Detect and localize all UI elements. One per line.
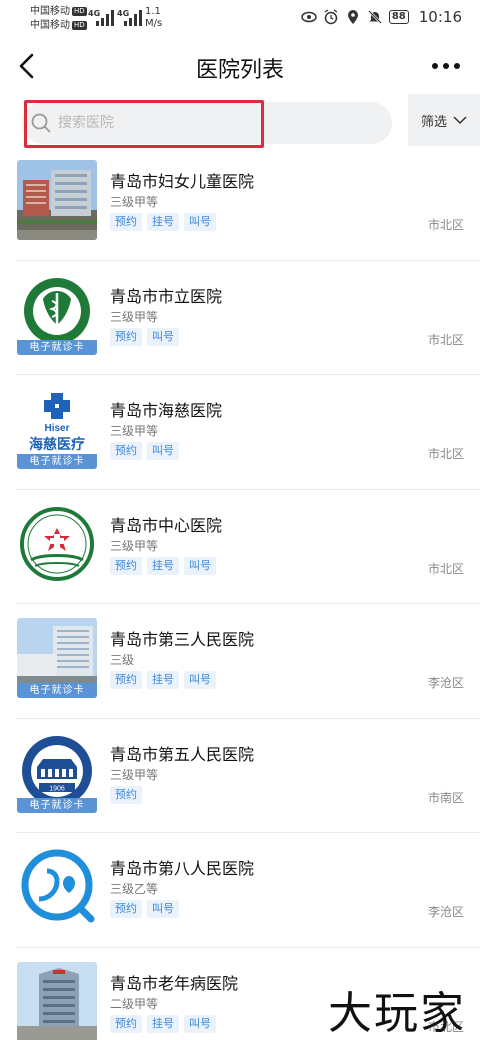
service-tag: 叫号 — [184, 213, 216, 231]
service-tag: 叫号 — [147, 900, 179, 918]
service-tag: 叫号 — [147, 442, 179, 460]
hospital-district: 市北区 — [427, 332, 464, 347]
more-options-icon[interactable] — [430, 54, 462, 78]
hospital-name: 青岛市中心医院 — [110, 515, 223, 535]
service-tag: 预约 — [110, 213, 142, 231]
location-icon — [347, 10, 358, 24]
service-tag: 预约 — [110, 900, 142, 918]
hospital-district: 市北区 — [427, 447, 464, 461]
hospital-level: 三级甲等 — [110, 767, 159, 782]
hospital-name: 青岛市海慈医院 — [110, 401, 223, 420]
service-tag: 叫号 — [184, 556, 216, 575]
hospital-level: 三级甲等 — [110, 309, 159, 324]
signal-icon — [124, 10, 142, 26]
search-row: 筛选 — [0, 94, 480, 152]
carrier-label: 中国移动 — [30, 20, 70, 31]
hospital-list: 青岛市妇女儿童医院 三级甲等 预约 挂号 叫号 市北区 电子就诊卡 青岛市市立医… — [0, 146, 480, 1040]
service-tag: 挂号 — [147, 556, 179, 575]
nav-bar: 医院列表 — [0, 40, 480, 94]
hd-badge: HD — [72, 6, 87, 16]
clock: 10:16 — [418, 8, 462, 26]
e-card-badge: 电子就诊卡 — [17, 797, 97, 813]
hospital-level: 二级甲等 — [110, 996, 159, 1011]
hospital-level: 三级 — [110, 653, 135, 667]
hospital-district: 市北区 — [427, 561, 464, 576]
logo-text: 海慈医疗 — [29, 436, 85, 453]
service-tag: 挂号 — [147, 213, 179, 231]
mute-bell-icon — [367, 10, 382, 24]
service-tag: 预约 — [110, 556, 142, 575]
service-tag: 挂号 — [147, 671, 179, 689]
hospital-photo — [17, 961, 97, 1040]
battery-indicator: 88 — [388, 10, 409, 24]
list-item[interactable]: 电子就诊卡 青岛市第三人民医院 三级 预约 挂号 叫号 李沧区 — [0, 604, 480, 719]
logo-text: Hiser — [44, 423, 69, 434]
hospital-level: 三级甲等 — [110, 195, 159, 209]
list-item[interactable]: 电子就诊卡 青岛市市立医院 三级甲等 预约 叫号 市北区 — [0, 261, 480, 376]
hospital-district: 李沧区 — [427, 676, 464, 690]
hospital-logo: Hiser 海慈医疗 电子就诊卡 — [17, 389, 97, 469]
list-item[interactable]: 青岛市第八人民医院 三级乙等 预约 叫号 李沧区 — [0, 833, 480, 948]
service-tag: 预约 — [110, 442, 142, 460]
hospital-name: 青岛市妇女儿童医院 — [110, 172, 255, 191]
list-item[interactable]: 青岛市中心医院 三级甲等 预约 挂号 叫号 市北区 — [0, 490, 480, 605]
logo-text: 1906 — [49, 785, 65, 792]
carrier-label: 中国移动 — [30, 6, 70, 17]
hospital-name: 青岛市第三人民医院 — [110, 630, 255, 649]
service-tag: 叫号 — [184, 671, 216, 689]
hospital-district: 市南区 — [427, 790, 464, 805]
hospital-level: 三级甲等 — [110, 424, 159, 438]
hospital-district: 市北区 — [427, 218, 464, 232]
hospital-level: 三级乙等 — [110, 882, 159, 896]
hospital-name: 青岛市第八人民医院 — [110, 859, 255, 878]
list-item[interactable]: 青岛市妇女儿童医院 三级甲等 预约 挂号 叫号 市北区 — [0, 146, 480, 261]
hospital-name: 青岛市市立医院 — [110, 286, 223, 306]
hospital-name: 青岛市第五人民医院 — [110, 744, 255, 764]
hospital-level: 三级甲等 — [110, 538, 159, 553]
hospital-logo — [17, 503, 97, 584]
e-card-badge: 电子就诊卡 — [17, 339, 97, 355]
signal-icon — [96, 10, 114, 26]
service-tag: 预约 — [110, 1014, 142, 1033]
list-item[interactable]: 1906 电子就诊卡 青岛市第五人民医院 三级甲等 预约 市南区 — [0, 719, 480, 834]
page-title: 医院列表 — [195, 58, 284, 83]
network-speed: 1.1 M/s — [145, 6, 163, 29]
hd-badge: HD — [72, 20, 87, 30]
watermark: 大玩家 — [328, 988, 466, 1039]
hospital-logo: 电子就诊卡 — [17, 274, 97, 355]
filter-label: 筛选 — [420, 114, 447, 130]
hospital-district: 李沧区 — [427, 905, 464, 919]
e-card-badge: 电子就诊卡 — [17, 683, 97, 698]
search-bar[interactable] — [22, 102, 392, 144]
service-tag: 叫号 — [147, 327, 179, 346]
hospital-name: 青岛市老年病医院 — [110, 973, 239, 993]
hospital-logo: 1906 电子就诊卡 — [17, 732, 97, 813]
status-bar: 中国移动 HD 中国移动 HD 4G 4G 1.1 M/s 88 10:16 — [0, 0, 480, 36]
e-card-badge: 电子就诊卡 — [17, 454, 97, 469]
service-tag: 预约 — [110, 671, 142, 689]
service-tag: 挂号 — [147, 1014, 179, 1033]
hospital-logo — [17, 847, 97, 927]
filter-button[interactable]: 筛选 — [408, 94, 480, 146]
alarm-icon — [324, 9, 338, 25]
service-tag: 预约 — [110, 327, 142, 346]
service-tag: 叫号 — [184, 1014, 216, 1033]
search-input[interactable] — [58, 102, 358, 144]
service-tag: 预约 — [110, 785, 142, 804]
search-icon — [31, 113, 51, 133]
hospital-photo: 电子就诊卡 — [17, 618, 97, 698]
eye-icon — [301, 11, 317, 23]
chevron-down-icon — [453, 116, 467, 125]
list-item[interactable]: Hiser 海慈医疗 电子就诊卡 青岛市海慈医院 三级甲等 预约 叫号 市北区 — [0, 375, 480, 490]
hospital-photo — [17, 160, 97, 240]
